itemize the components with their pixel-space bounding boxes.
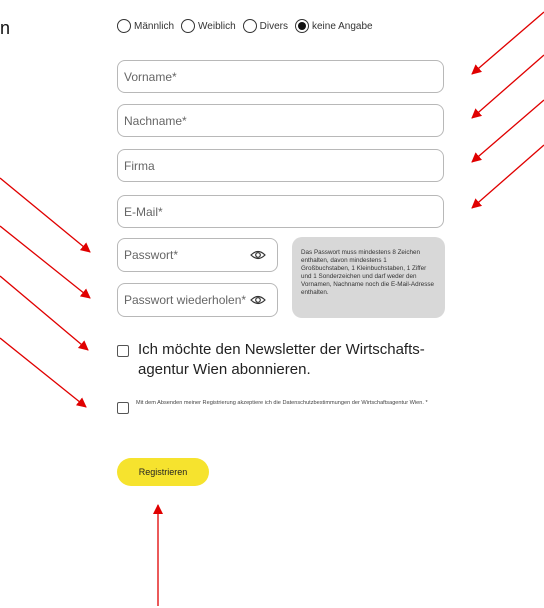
arrow-icon	[471, 144, 544, 209]
arrow-icon	[0, 275, 89, 351]
arrow-icon	[0, 337, 87, 408]
arrow-icon	[0, 177, 91, 253]
annotation-arrows	[0, 11, 544, 606]
